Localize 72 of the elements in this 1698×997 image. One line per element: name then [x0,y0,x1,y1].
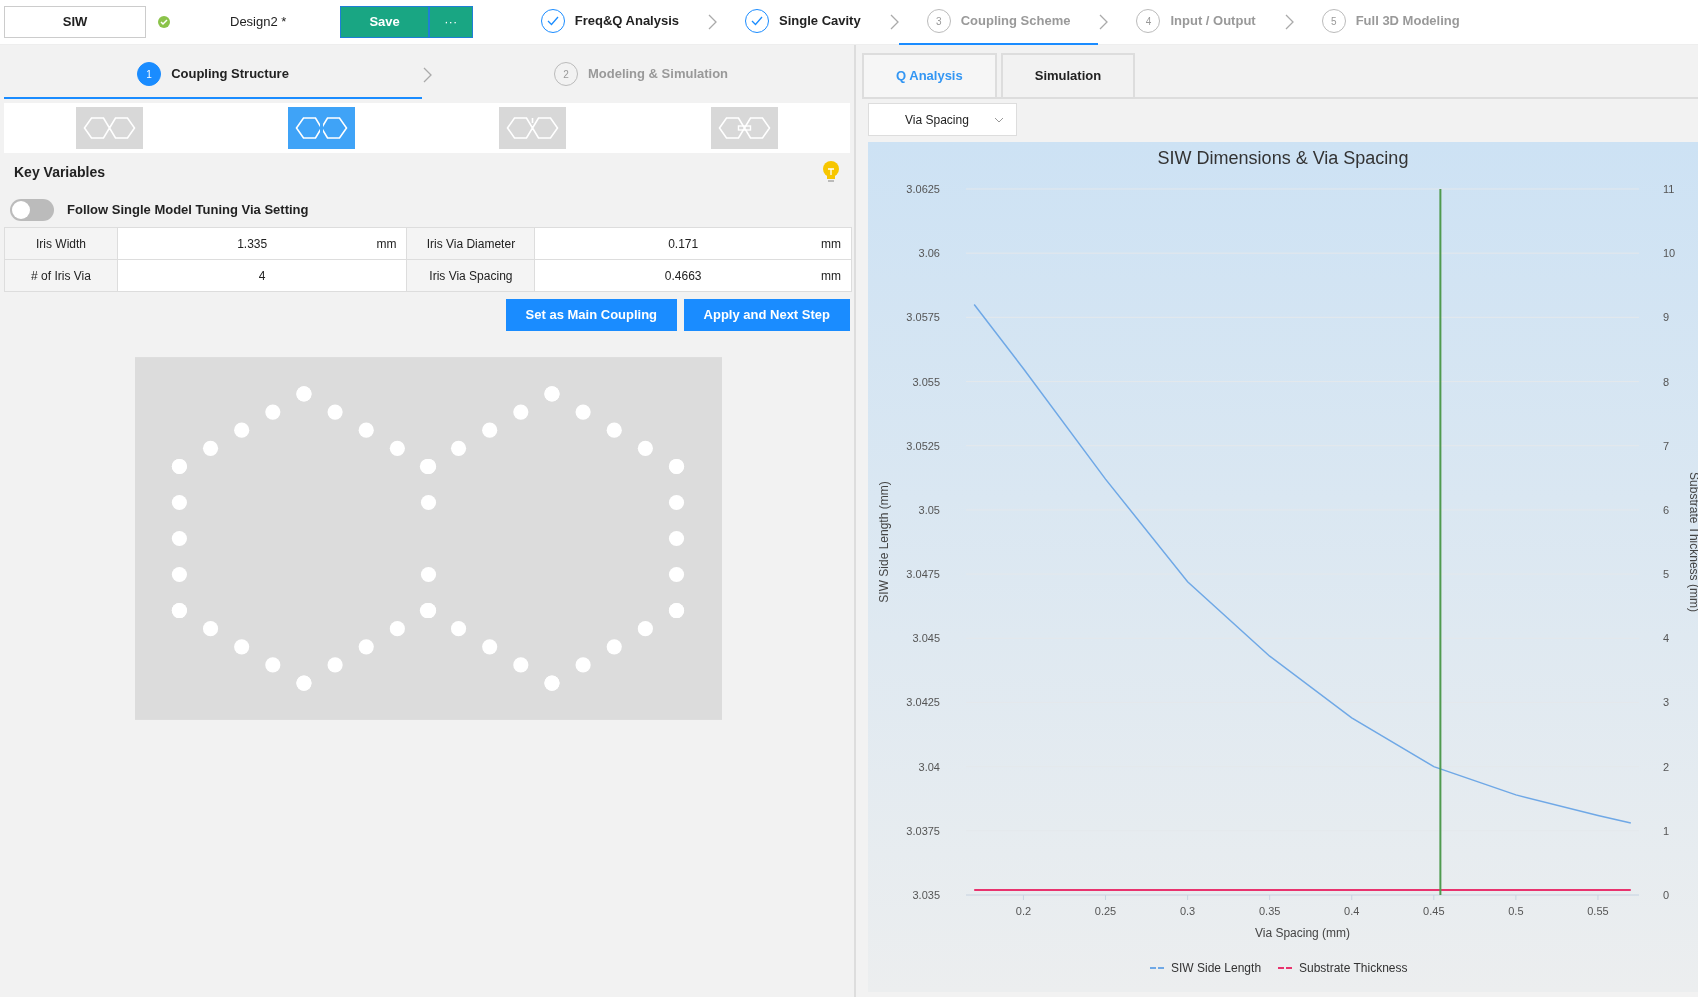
toggle-label: Follow Single Model Tuning Via Setting [67,201,309,220]
field-value[interactable]: 0.4663 [545,266,821,285]
tick-label: 3.035 [912,889,940,901]
chevron-icon [1283,14,1294,30]
tick-label: 0.3 [1179,905,1196,917]
toggle-switch[interactable] [10,199,54,221]
chevron-icon [422,67,432,83]
tick-label: 0.5 [1508,905,1524,917]
tick-label: 3 [1663,696,1670,709]
tick-label: 0.45 [1423,905,1445,917]
substep-tab[interactable]: 1 Coupling Structure [4,51,422,99]
tick-label: 3.04 [918,760,940,773]
unit-label: mm [376,235,397,253]
status-check-icon [158,16,170,28]
axis-title: SIW Side Length (mm) [877,481,891,603]
axis-title: Via Spacing (mm) [1254,926,1351,940]
tick-label: 3.045 [912,632,940,645]
legend-label: Substrate Thickness [1299,961,1408,975]
unit-label: mm [821,267,841,285]
field-label: Iris Via Spacing [406,259,535,292]
tick-label: 2 [1663,760,1670,773]
field-value[interactable]: 0.171 [545,234,821,253]
tick-label: 3.0425 [906,696,940,709]
chevron-icon [707,14,718,30]
tick-label: 3.055 [912,375,940,388]
dropdown[interactable]: Via Spacing [868,103,1017,136]
tick-label: 0.4 [1344,905,1360,917]
wizard-step[interactable]: Freq&Q Analysis [512,0,708,45]
tick-label: 8 [1663,375,1670,388]
check-icon [546,16,559,26]
tick-label: 4 [1663,632,1670,645]
tick-label: 0.2 [1015,905,1032,917]
chart-title: SIW Dimensions & Via Spacing [1157,148,1409,168]
project-field[interactable]: SIW [4,6,146,38]
design-name: Design2 * [230,13,287,32]
tick-label: 9 [1663,311,1670,324]
field-label: Iris Width [4,227,118,260]
section-title: Key Variables [14,162,106,182]
tick-label: 11 [1663,183,1675,195]
tick-label: 0.35 [1258,905,1281,917]
tick-label: 0.55 [1587,905,1609,917]
axis-title: Substrate Thickness (mm) [1687,472,1698,612]
tick-label: 3.0575 [906,311,940,324]
tick-label: 0.25 [1094,905,1117,917]
structure-option[interactable] [76,107,144,149]
tick-label: 10 [1663,247,1676,260]
structure-option[interactable] [710,107,778,149]
unit-label: mm [821,235,841,253]
panel-tab[interactable]: Simulation [1000,53,1136,97]
field-value[interactable]: 1.335 [128,234,377,253]
structure-option[interactable] [287,107,355,149]
tick-label: 3.0475 [906,568,940,581]
legend-label: SIW Side Length [1171,961,1262,975]
tick-label: 3.0375 [906,824,940,837]
wizard-step[interactable]: Single Cavity [717,0,889,45]
tick-label: 1 [1663,824,1670,837]
tick-label: 3.06 [918,247,940,260]
tick-label: 3.05 [918,503,940,516]
chevron-icon [888,14,899,30]
structure-option[interactable] [499,107,567,149]
chevron-icon [1098,14,1109,30]
tick-label: 6 [1663,503,1670,516]
field-label: # of Iris Via [4,259,118,292]
tick-label: 0 [1663,889,1670,901]
check-icon [751,16,764,26]
tick-label: 5 [1663,568,1670,581]
tick-label: 7 [1663,439,1670,452]
tick-label: 3.0525 [906,439,940,452]
caret-icon [994,116,1004,123]
tick-label: 3.0625 [906,183,940,195]
field-label: Iris Via Diameter [406,227,535,260]
lightbulb-icon[interactable] [822,161,840,183]
